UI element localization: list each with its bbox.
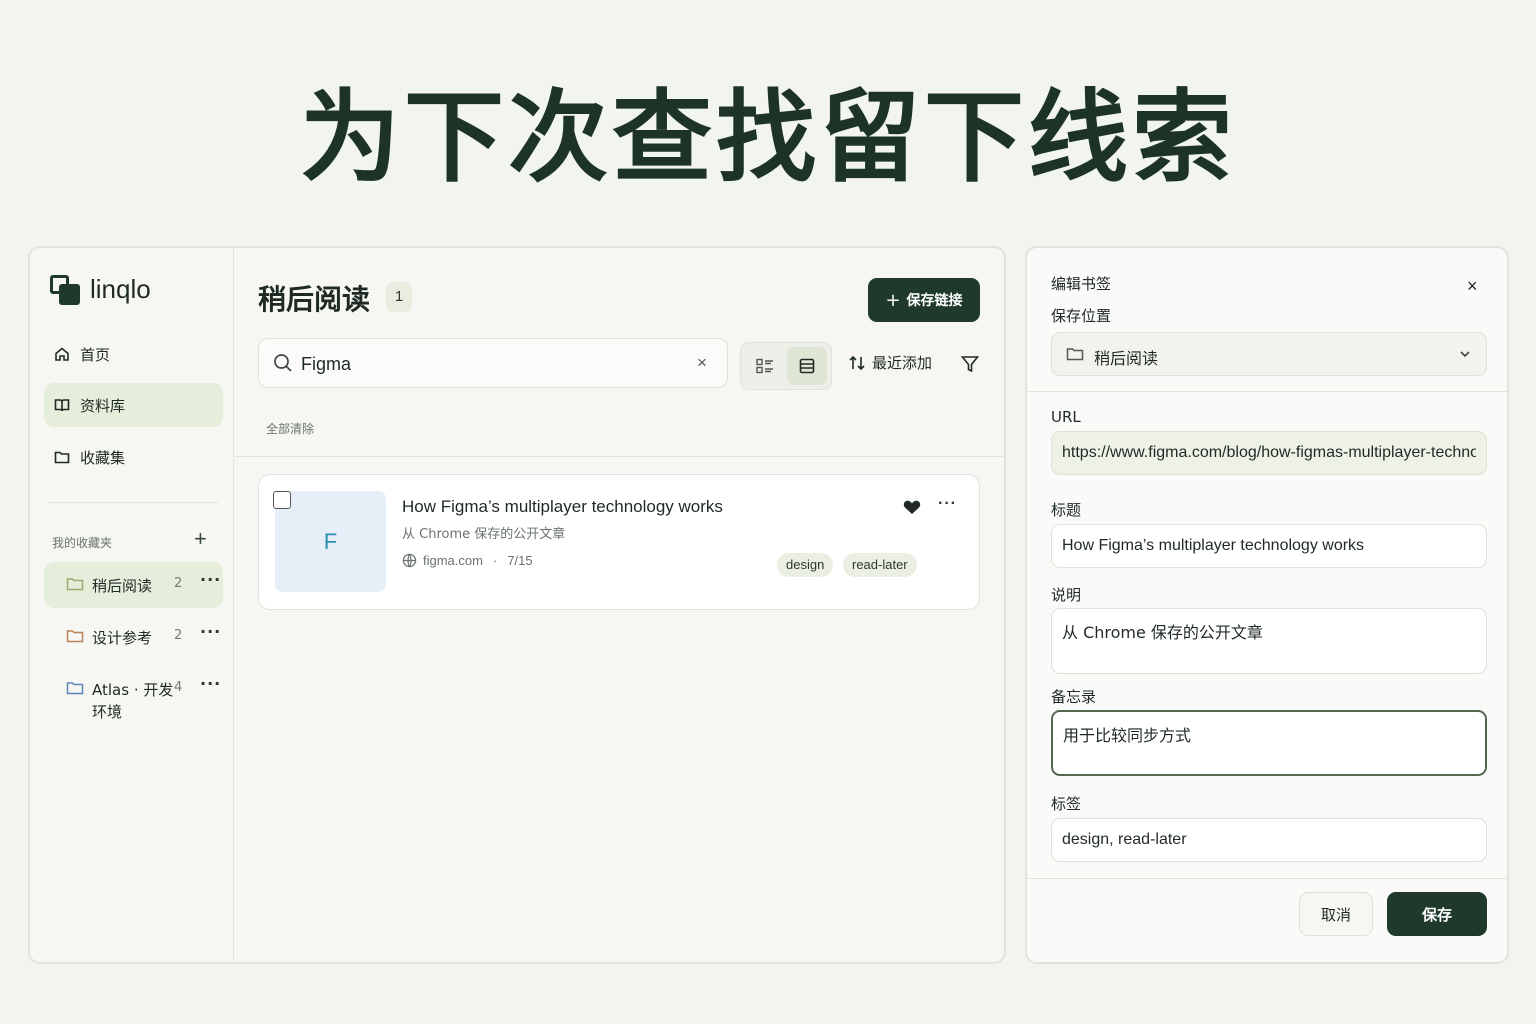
sidebar-item-collections[interactable]: 收藏集 xyxy=(44,435,223,479)
page-title: 稍后阅读 xyxy=(258,283,371,316)
close-icon[interactable]: × xyxy=(1467,276,1478,297)
favorite-button[interactable] xyxy=(903,499,921,520)
folder-icon xyxy=(66,682,84,695)
divider xyxy=(1027,878,1507,879)
logo-icon xyxy=(50,274,80,305)
add-collection-button[interactable]: + xyxy=(194,526,207,552)
tags-label: 标签 xyxy=(1051,795,1082,813)
filter-icon xyxy=(960,356,980,373)
panel-title: 编辑书签 xyxy=(1051,275,1112,293)
thumbnail-letter: F xyxy=(323,528,338,554)
bookmark-card[interactable]: F How Figma’s multiplayer technology wor… xyxy=(258,474,980,610)
more-options-icon[interactable]: ··· xyxy=(200,570,221,589)
tags-field[interactable] xyxy=(1051,818,1487,862)
sidebar-item-home[interactable]: 首页 xyxy=(44,332,223,376)
list-view-icon xyxy=(799,358,815,374)
card-description: 从 Chrome 保存的公开文章 xyxy=(402,527,566,542)
description-label: 说明 xyxy=(1051,586,1082,604)
more-options-icon[interactable]: ··· xyxy=(938,495,957,513)
note-field[interactable]: 用于比较同步方式 xyxy=(1051,710,1487,776)
search-box: × xyxy=(258,338,728,388)
divider xyxy=(234,456,1004,457)
tag-chip[interactable]: design xyxy=(777,553,834,577)
heart-icon xyxy=(903,500,921,514)
title-field[interactable] xyxy=(1051,524,1487,568)
collection-item-read-later[interactable]: 稍后阅读 2 ··· xyxy=(44,562,223,608)
sort-icon xyxy=(849,355,865,370)
location-value: 稍后阅读 xyxy=(1094,349,1159,368)
chevron-down-icon xyxy=(1460,351,1470,358)
card-domain: figma.com xyxy=(423,553,483,568)
sort-button[interactable]: 最近添加 xyxy=(848,352,932,373)
section-title: 我的收藏夹 xyxy=(52,536,113,550)
cancel-button[interactable]: 取消 xyxy=(1299,892,1373,936)
card-checkbox[interactable] xyxy=(273,491,291,509)
item-count-badge: 1 xyxy=(386,282,412,312)
note-label: 备忘录 xyxy=(1051,688,1097,706)
filter-button[interactable] xyxy=(960,354,980,379)
sort-label: 最近添加 xyxy=(872,354,933,372)
card-title[interactable]: How Figma’s multiplayer technology works xyxy=(402,497,723,517)
collection-item-design-ref[interactable]: 设计参考 2 ··· xyxy=(44,614,223,660)
meta-separator: · xyxy=(492,553,498,568)
collection-count: 2 xyxy=(174,628,183,643)
list-view-button[interactable] xyxy=(787,347,827,385)
collection-item-atlas[interactable]: Atlas · 开发环境 4 ··· xyxy=(44,666,223,726)
sidebar-item-label: 收藏集 xyxy=(80,448,126,467)
url-field[interactable] xyxy=(1051,431,1487,475)
collection-count: 2 xyxy=(174,576,183,591)
brand[interactable]: linqlo xyxy=(50,274,151,305)
folder-icon xyxy=(66,578,84,591)
tag-chip[interactable]: read-later xyxy=(843,553,917,577)
app-window: linqlo 首页 资料库 收藏集 我的收藏夹 + 稍后阅读 2 ··· 设计参… xyxy=(28,246,1006,964)
card-date: 7/15 xyxy=(507,553,533,568)
sidebar: linqlo 首页 资料库 收藏集 我的收藏夹 + 稍后阅读 2 ··· 设计参… xyxy=(30,248,234,962)
plus-icon: + xyxy=(885,289,901,311)
card-meta: figma.com · 7/15 xyxy=(402,553,533,568)
more-options-icon[interactable]: ··· xyxy=(200,622,221,641)
location-label: 保存位置 xyxy=(1051,307,1112,325)
main-content: 稍后阅读 1 + 保存链接 × 最近添加 全部清除 xyxy=(234,248,1004,962)
clear-search-icon[interactable]: × xyxy=(697,353,707,373)
url-label: URL xyxy=(1051,408,1081,426)
title-label: 标题 xyxy=(1051,501,1082,519)
search-icon xyxy=(274,354,292,372)
book-icon xyxy=(54,399,70,412)
edit-bookmark-panel: 编辑书签 × 保存位置 稍后阅读 URL 标题 说明 从 Chrome 保存的公… xyxy=(1025,246,1509,964)
globe-icon xyxy=(402,553,417,568)
folder-icon xyxy=(1066,348,1084,361)
sidebar-divider xyxy=(48,502,218,503)
description-field[interactable]: 从 Chrome 保存的公开文章 xyxy=(1051,608,1487,674)
divider xyxy=(1027,391,1507,392)
sidebar-item-label: 资料库 xyxy=(80,396,126,415)
save-link-button[interactable]: + 保存链接 xyxy=(868,278,980,322)
folder-icon xyxy=(66,630,84,643)
collection-count: 4 xyxy=(174,680,183,695)
folder-icon xyxy=(54,451,70,464)
card-thumbnail: F xyxy=(275,491,386,592)
home-icon xyxy=(55,347,69,361)
hero-headline: 为下次查找留下线索 xyxy=(300,79,1236,196)
save-link-label: 保存链接 xyxy=(906,293,963,309)
list-grid-icon xyxy=(756,358,773,374)
search-input[interactable] xyxy=(301,349,681,379)
more-options-icon[interactable]: ··· xyxy=(200,674,221,693)
location-select[interactable]: 稍后阅读 xyxy=(1051,332,1487,376)
grid-view-button[interactable] xyxy=(745,347,785,385)
clear-all-link[interactable]: 全部清除 xyxy=(266,420,314,437)
view-toggle xyxy=(740,342,832,390)
brand-name: linqlo xyxy=(90,274,151,304)
sidebar-item-label: 首页 xyxy=(80,345,111,364)
sidebar-item-library[interactable]: 资料库 xyxy=(44,383,223,427)
collection-label: Atlas · 开发环境 xyxy=(92,681,174,721)
collection-label: 稍后阅读 xyxy=(92,577,153,595)
collection-label: 设计参考 xyxy=(92,629,153,647)
save-button[interactable]: 保存 xyxy=(1387,892,1487,936)
